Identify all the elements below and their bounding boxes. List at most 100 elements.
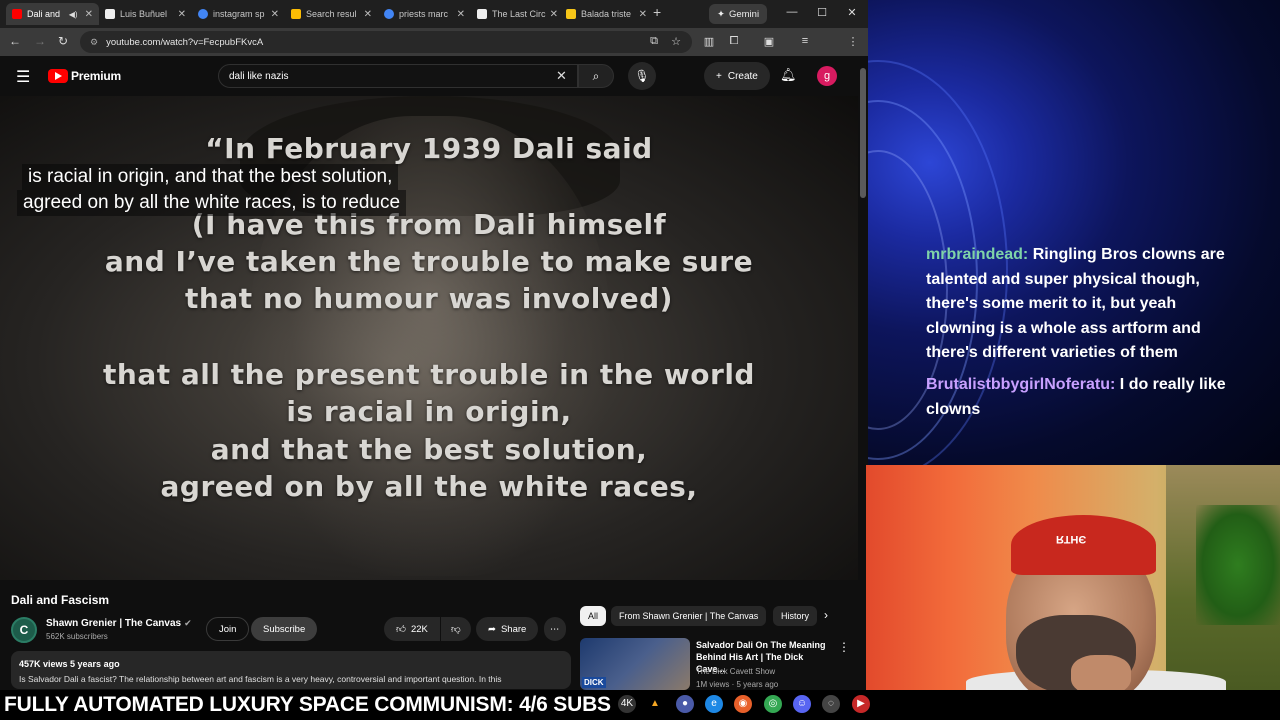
tab-luis-bunuel[interactable]: Luis Buñuel ✕ [99, 3, 192, 25]
youtube-logo-icon[interactable] [48, 69, 68, 83]
split-view-icon[interactable]: ▣ [762, 35, 776, 48]
quote-line: that no humour was involved) [185, 282, 673, 315]
chip-history[interactable]: History [773, 606, 817, 626]
new-tab-icon[interactable]: + [653, 5, 667, 19]
quote-line: and I’ve taken the trouble to make sure [104, 245, 754, 278]
chat-username: BrutalistbbygirlNoferatu: [926, 376, 1116, 393]
channel-name[interactable]: Shawn Grenier | The Canvas ✔ [46, 618, 192, 629]
search-icon: ⌕ [592, 69, 600, 83]
video-player[interactable]: “In February 1939 Dali said (I have this… [0, 96, 858, 580]
search-button[interactable]: ⌕ [578, 64, 614, 88]
google-favicon-icon [384, 9, 394, 19]
chat-message: mrbraindead: Ringling Bros clowns are ta… [926, 243, 1246, 366]
tray-youtube-icon[interactable]: ▶ [852, 695, 870, 713]
tab-priests[interactable]: priests marc ✕ [378, 3, 471, 25]
close-tab-icon[interactable]: ✕ [85, 9, 93, 20]
closed-caption-line: is racial in origin, and that the best s… [22, 164, 399, 190]
view-stats: 457K views 5 years ago [19, 659, 120, 669]
quote-line: “In February 1939 Dali said [205, 132, 653, 165]
stream-ticker-bar: FULLY AUTOMATED LUXURY SPACE COMMUNISM: … [0, 690, 1280, 720]
url-field[interactable]: ⚙ youtube.com/watch?v=FecpubFKvcA [80, 31, 692, 53]
extensions-icon[interactable]: ⧠ [727, 35, 741, 48]
reading-list-icon[interactable]: ▥ [702, 35, 716, 48]
tray-firefox-icon[interactable]: ◉ [734, 695, 752, 713]
tab-search-results[interactable]: Search resul ✕ [285, 3, 378, 25]
back-icon[interactable]: ← [7, 34, 23, 48]
webcam-feed: ЭНТЯ [866, 465, 1280, 690]
join-button[interactable]: Join [206, 617, 250, 641]
quote-line: and that the best solution, [210, 433, 648, 466]
more-vertical-icon[interactable]: ⋮ [838, 640, 850, 654]
minimize-icon[interactable]: — [785, 6, 799, 18]
gemini-button[interactable]: ✦ Gemini [709, 4, 768, 24]
voice-search-button[interactable]: 🎙︎ [628, 62, 656, 90]
drive-favicon-icon [291, 9, 301, 19]
chat-message: BrutalistbbygirlNoferatu: I do really li… [926, 373, 1246, 422]
forward-icon[interactable]: → [32, 34, 48, 48]
install-icon[interactable]: ⧉ [647, 35, 661, 48]
tray-chrome-icon[interactable]: ◎ [764, 695, 782, 713]
clear-search-icon[interactable]: ✕ [556, 68, 567, 84]
tab-instagram[interactable]: instagram sp ✕ [192, 3, 285, 25]
subscribe-button[interactable]: Subscribe [251, 617, 318, 641]
tab-dali-and-fascism[interactable]: Dali and ◀) ✕ [6, 3, 99, 25]
subscriber-count: 562K subscribers [46, 632, 108, 641]
close-tab-icon[interactable]: ✕ [178, 9, 186, 20]
recommendation-channel[interactable]: The Dick Cavett Show [696, 667, 775, 676]
more-actions-button[interactable]: ⋯ [544, 617, 566, 641]
maximize-icon[interactable]: ☐ [815, 6, 829, 19]
tray-discord-icon[interactable]: ☺ [793, 695, 811, 713]
description-text: Is Salvador Dali a fascist? The relation… [19, 674, 502, 684]
share-button[interactable]: ➦ Share [476, 617, 539, 641]
quote-line: is racial in origin, [286, 395, 572, 428]
youtube-account-avatar[interactable]: g [817, 66, 837, 86]
search-input[interactable]: dali like nazis [218, 64, 578, 88]
tab-balada-triste[interactable]: Balada triste ✕ [560, 3, 653, 25]
tray-obs-icon[interactable]: ◌ [822, 695, 840, 713]
webcam-hand [1071, 655, 1131, 690]
create-button[interactable]: + Create [704, 62, 770, 90]
recommendation-thumbnail[interactable]: DICK [580, 638, 690, 690]
tray-app-icon[interactable]: ● [676, 695, 694, 713]
close-tab-icon[interactable]: ✕ [271, 9, 279, 20]
tray-vlc-icon[interactable]: ▲ [646, 695, 664, 713]
description-box[interactable]: 457K views 5 years ago Is Salvador Dali … [11, 651, 571, 689]
google-favicon-icon [198, 9, 208, 19]
channel-avatar[interactable]: C [11, 617, 37, 643]
quote-line: agreed on by all the white races, [160, 470, 698, 503]
menu-icon[interactable]: ☰ [16, 67, 30, 87]
scrollbar-thumb[interactable] [860, 68, 866, 198]
bookmark-star-icon[interactable]: ☆ [669, 35, 683, 48]
media-controls-icon[interactable]: ≡ [798, 35, 812, 47]
reload-icon[interactable]: ↻ [55, 34, 71, 48]
wikipedia-favicon-icon [105, 9, 115, 19]
tray-edge-icon[interactable]: e [705, 695, 723, 713]
chip-from-channel[interactable]: From Shawn Grenier | The Canvas [611, 606, 767, 626]
close-window-icon[interactable]: ✕ [845, 6, 859, 19]
chevron-right-icon[interactable]: › [824, 608, 828, 622]
browser-menu-icon[interactable]: ⋮ [846, 35, 860, 48]
microphone-icon: 🎙︎ [634, 69, 650, 83]
site-info-icon[interactable]: ⚙ [90, 37, 98, 48]
dislike-button[interactable]: 👎︎ [441, 617, 471, 641]
tray-4k-icon[interactable]: 4K [618, 695, 636, 713]
close-tab-icon[interactable]: ✕ [457, 9, 465, 20]
video-title: Dali and Fascism [11, 593, 110, 607]
address-bar-row: ← → ↻ ⚙ youtube.com/watch?v=FecpubFKvcA … [0, 28, 868, 77]
like-button[interactable]: 👍︎ 22K [384, 617, 440, 641]
chip-all[interactable]: All [580, 606, 607, 626]
close-tab-icon[interactable]: ✕ [639, 9, 647, 20]
thumbs-down-icon: 👎︎ [451, 624, 461, 635]
notifications-bell-icon[interactable]: 🔔︎ [780, 67, 797, 83]
thumbs-up-icon: 👍︎ [396, 624, 406, 635]
screen: Dali and ◀) ✕ Luis Buñuel ✕ instagram sp… [0, 0, 1280, 720]
speaker-icon[interactable]: ◀) [69, 10, 78, 19]
thumbnail-logo: DICK [582, 677, 606, 688]
close-tab-icon[interactable]: ✕ [550, 9, 558, 20]
youtube-premium-label[interactable]: Premium [71, 69, 121, 83]
youtube-favicon-icon [12, 9, 22, 19]
close-tab-icon[interactable]: ✕ [364, 9, 372, 20]
tab-strip: Dali and ◀) ✕ Luis Buñuel ✕ instagram sp… [0, 0, 868, 28]
webcam-cap [1011, 515, 1156, 575]
tab-last-circus[interactable]: The Last Circ ✕ [471, 3, 564, 25]
